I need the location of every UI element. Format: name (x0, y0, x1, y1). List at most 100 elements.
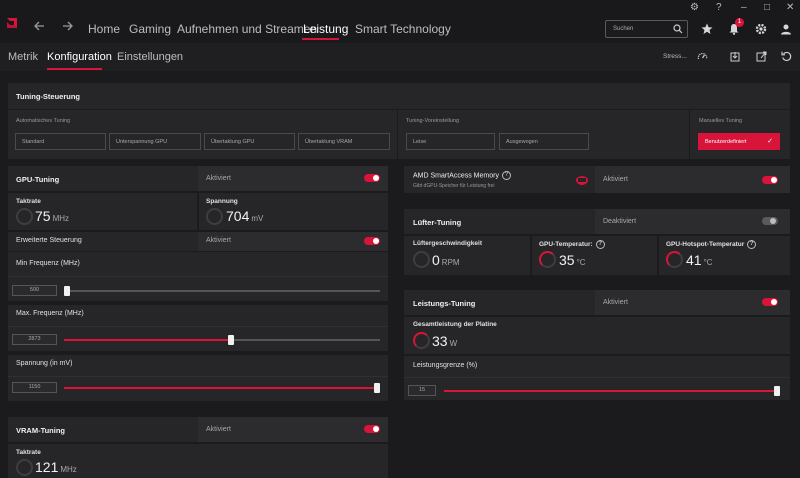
gpu-temp-label: GPU-Temperatur:? (539, 240, 605, 249)
power-tuning-panel: Leistungs-Tuning Aktiviert Gesamtleistun… (404, 290, 790, 400)
divider (197, 193, 199, 230)
auto-tuning-undervolt-option[interactable]: Unterspannung GPU (109, 133, 201, 150)
active-tab-indicator (302, 38, 339, 40)
info-icon[interactable]: ? (501, 171, 511, 180)
vram-clock-readout: 121 MHz (35, 459, 77, 475)
auto-tuning-label: Automatisches Tuning (16, 118, 71, 124)
auto-tuning-overclock-gpu-option[interactable]: Übertaktung GPU (204, 133, 295, 150)
auto-tuning-default-option[interactable]: Standard (15, 133, 106, 150)
manual-tuning-custom-option[interactable]: Benutzerdefiniert ✓ (698, 133, 780, 150)
gpu-tuning-status: Aktiviert (206, 175, 231, 182)
reset-icon[interactable] (781, 51, 792, 62)
toggle-knob (771, 299, 777, 305)
import-profile-icon[interactable] (730, 51, 741, 62)
slider-fill (64, 339, 232, 341)
slider-thumb[interactable] (374, 383, 380, 393)
fan-tuning-title: Lüfter-Tuning (413, 218, 462, 227)
favorites-star-icon[interactable] (701, 23, 713, 35)
hotspot-temp-gauge (666, 251, 683, 268)
preset-quiet-option[interactable]: Leise (406, 133, 495, 150)
slider-thumb[interactable] (774, 386, 780, 396)
tab-smart-technology[interactable]: Smart Technology (355, 22, 451, 36)
gpu-temp-readout: 35 °C (559, 252, 586, 268)
power-limit-slider[interactable] (444, 386, 780, 396)
vram-clock-label: Taktrate (16, 449, 41, 456)
settings-gear-icon[interactable] (755, 23, 767, 35)
slider-thumb[interactable] (64, 286, 70, 296)
auto-tuning-overclock-vram-option[interactable]: Übertaktung VRAM (298, 133, 390, 150)
subtab-settings[interactable]: Einstellungen (117, 51, 183, 63)
sam-toggle[interactable] (762, 176, 778, 184)
back-arrow-icon[interactable] (34, 21, 45, 31)
toggle-knob (373, 175, 379, 181)
sam-subtitle: Gibt dGPU-Speicher für Leistung frei (413, 183, 495, 189)
gpu-clock-readout: 75 MHz (35, 208, 70, 224)
divider (404, 234, 790, 236)
min-frequency-input[interactable]: 500 (12, 285, 57, 296)
vram-tuning-toggle[interactable] (364, 425, 380, 433)
advanced-control-toggle[interactable] (364, 237, 380, 245)
help-icon[interactable]: ? (716, 2, 722, 13)
min-frequency-slider[interactable] (64, 286, 380, 296)
fan-tuning-status: Deaktiviert (603, 218, 637, 225)
divider (397, 110, 398, 159)
hotspot-temp-label: GPU-Hotspot-Temperatur? (666, 240, 757, 249)
gpu-voltage-gauge (206, 208, 223, 225)
subtab-configuration[interactable]: Konfiguration (47, 51, 112, 63)
tab-home[interactable]: Home (88, 22, 120, 36)
stress-test-label[interactable]: Stress... (663, 53, 687, 60)
tab-gaming[interactable]: Gaming (129, 22, 171, 36)
fan-tuning-panel: Lüfter-Tuning Deaktiviert Lüftergeschwin… (404, 209, 790, 275)
stress-test-gauge-icon[interactable] (697, 51, 708, 62)
vram-tuning-status: Aktiviert (206, 426, 231, 433)
tuning-control-title: Tuning-Steuerung (16, 92, 81, 101)
tab-performance[interactable]: Leistung (303, 22, 348, 36)
gpu-voltage-label: Spannung (206, 198, 238, 205)
voltage-mv-label: Spannung (in mV) (16, 360, 73, 367)
minimize-icon[interactable]: – (741, 2, 747, 13)
gpu-tuning-toggle[interactable] (364, 174, 380, 182)
slider-thumb[interactable] (228, 335, 235, 345)
gpu-tuning-toggle-row: Aktiviert (198, 166, 388, 191)
notification-badge: 1 (735, 18, 744, 27)
forward-arrow-icon[interactable] (62, 21, 73, 31)
search-placeholder: Suchen (613, 26, 634, 32)
divider (404, 315, 790, 317)
max-frequency-input[interactable]: 2873 (12, 334, 57, 345)
search-field[interactable]: Suchen (605, 20, 688, 38)
board-power-gauge (413, 332, 430, 349)
fan-speed-label: Lüftergeschwindigkeit (413, 240, 482, 247)
close-icon[interactable]: ✕ (786, 2, 794, 13)
fan-tuning-toggle[interactable] (762, 217, 778, 225)
export-profile-icon[interactable] (756, 51, 767, 62)
divider (404, 354, 790, 356)
voltage-mv-slider[interactable] (64, 383, 380, 393)
toggle-knob (373, 426, 379, 432)
divider (8, 251, 388, 252)
divider (8, 301, 388, 305)
divider (8, 351, 388, 355)
vram-clock-gauge (16, 459, 33, 476)
search-icon[interactable] (673, 24, 683, 34)
subtab-metrics[interactable]: Metrik (8, 51, 38, 63)
maximize-icon[interactable]: □ (764, 2, 770, 13)
power-tuning-title: Leistungs-Tuning (413, 299, 476, 308)
tuning-control-panel: Tuning-Steuerung Automatisches Tuning St… (8, 83, 790, 159)
divider (530, 236, 532, 275)
manual-tuning-label: Manuelles Tuning (699, 118, 743, 124)
power-tuning-toggle[interactable] (762, 298, 778, 306)
info-icon[interactable]: ? (595, 240, 605, 249)
divider (689, 110, 690, 159)
slider-fill (64, 387, 380, 389)
bug-report-icon[interactable]: ⚙ (690, 2, 699, 13)
tab-record-stream[interactable]: Aufnehmen und Streamen (177, 22, 317, 36)
power-limit-input[interactable]: 15 (408, 385, 436, 396)
user-account-icon[interactable] (780, 23, 792, 35)
voltage-mv-input[interactable]: 1150 (12, 382, 57, 393)
preset-balanced-option[interactable]: Ausgewogen (499, 133, 589, 150)
info-icon[interactable]: ? (747, 240, 757, 249)
active-subtab-indicator (47, 68, 102, 70)
max-frequency-slider[interactable] (64, 335, 380, 345)
sam-status: Aktiviert (603, 176, 628, 183)
tuning-preset-label: Tuning-Voreinstellung (406, 118, 459, 124)
